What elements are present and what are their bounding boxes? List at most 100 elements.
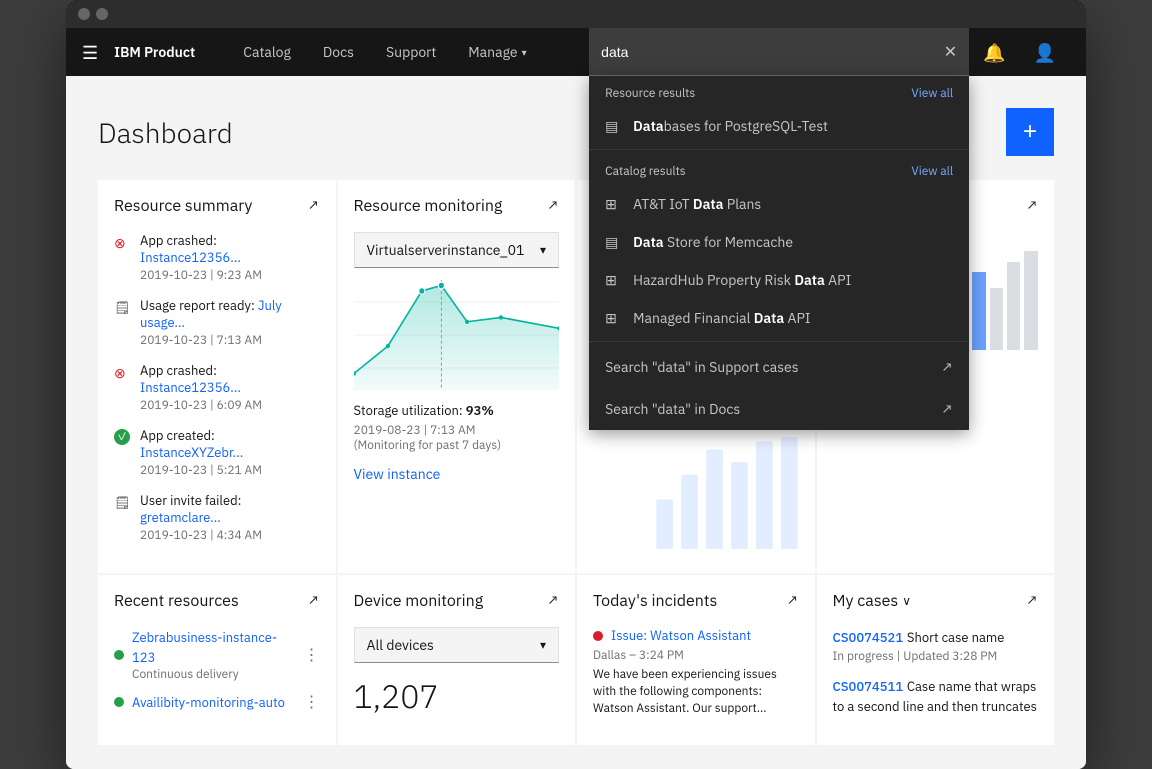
my-cases-title: My cases: [833, 591, 899, 611]
incidents-expand-icon[interactable]: ↗: [787, 591, 798, 609]
search-docs-action[interactable]: Search "data" in Docs ↗: [589, 388, 969, 430]
hazardhub-icon: ⊞: [605, 271, 621, 289]
search-input[interactable]: [589, 28, 969, 76]
titlebar: [66, 0, 1086, 28]
recent-menu-icon-1[interactable]: ⋮: [304, 692, 320, 712]
search-docs-label: Search "data" in Docs: [605, 400, 740, 418]
resource-results-header: Resource results View all: [589, 76, 969, 107]
resource-item-3: ✓ App created: InstanceXYZebr... 2019-10…: [114, 427, 320, 478]
doc-icon-4: 🗒: [114, 494, 130, 510]
recent-link-1[interactable]: Availibity-monitoring-auto: [132, 694, 285, 711]
memcache-result-text: Data Store for Memcache: [633, 233, 793, 251]
recent-menu-icon-0[interactable]: ⋮: [304, 645, 320, 665]
my-cases-expand-icon[interactable]: ↗: [1027, 591, 1038, 609]
resource-link-2[interactable]: Instance12356...: [140, 379, 241, 396]
case-link-1[interactable]: CS0074511: [833, 678, 904, 695]
bar-10: [1007, 262, 1020, 350]
external-link-icon-1: ↗: [942, 358, 953, 376]
chart-expand-icon[interactable]: ↗: [1027, 196, 1038, 214]
case-header-1: CS0074511 Case name that wraps to a seco…: [833, 676, 1039, 716]
resource-text-2: App crashed: Instance12356...: [140, 362, 320, 396]
error-icon-0: ⊗: [114, 234, 130, 250]
device-monitoring-title: Device monitoring: [354, 591, 484, 611]
resource-summary-title: Resource summary: [114, 196, 252, 216]
resource-link-3[interactable]: InstanceXYZebr...: [140, 444, 243, 461]
hazardhub-result-text: HazardHub Property Risk Data API: [633, 271, 851, 289]
user-icon[interactable]: 👤: [1020, 28, 1070, 76]
search-result-memcache[interactable]: ▤ Data Store for Memcache: [589, 223, 969, 261]
resource-link-0[interactable]: Instance12356...: [140, 249, 241, 266]
database-result-text: Databases for PostgreSQL-Test: [633, 117, 828, 135]
search-result-database[interactable]: ▤ Databases for PostgreSQL-Test: [589, 107, 969, 145]
database-icon: ▤: [605, 117, 621, 135]
catalog-view-all-link[interactable]: View all: [911, 164, 953, 179]
monitor-time: 2019-08-23 | 7:13 AM (Monitoring for pas…: [354, 423, 560, 453]
case-desc-0: Short case name: [907, 629, 1005, 646]
search-area: ✕ Resource results View all ▤ Databases …: [589, 28, 969, 76]
incident-header-0: Issue: Watson Assistant: [593, 627, 799, 644]
incident-link-0[interactable]: Issue: Watson Assistant: [611, 627, 751, 644]
todays-incidents-card: Today's incidents ↗ Issue: Watson Assist…: [577, 575, 815, 745]
search-support-cases-action[interactable]: Search "data" in Support cases ↗: [589, 346, 969, 388]
storage-utilization: Storage utilization: 93%: [354, 402, 560, 419]
case-0: CS0074521 Short case name In progress | …: [833, 627, 1039, 664]
doc-icon-1: 🗒: [114, 299, 130, 315]
nav-manage[interactable]: Manage ▾: [452, 28, 542, 76]
my-cases-card: My cases ∨ ↗ CS0074521 Short case name I…: [817, 575, 1055, 745]
nav-catalog[interactable]: Catalog: [227, 28, 307, 76]
resource-link-4[interactable]: gretamclare...: [140, 509, 221, 526]
incidents-title: Today's incidents: [593, 591, 717, 611]
resource-time-0: 2019-10-23 | 9:23 AM: [140, 268, 320, 283]
incident-text-0: We have been experiencing issues with th…: [593, 667, 799, 717]
case-link-0[interactable]: CS0074521: [833, 629, 904, 646]
device-monitoring-expand-icon[interactable]: ↗: [548, 591, 559, 609]
bg-chart: [648, 433, 814, 573]
notification-icon[interactable]: 🔔: [969, 28, 1019, 76]
resource-time-4: 2019-10-23 | 4:34 AM: [140, 528, 320, 543]
bottom-cards-grid: Recent resources ↗ Zebrabusiness-instanc…: [98, 575, 1054, 745]
nav-support[interactable]: Support: [370, 28, 452, 76]
search-support-label: Search "data" in Support cases: [605, 358, 798, 376]
resource-text-4: User invite failed: gretamclare...: [140, 492, 320, 526]
cases-chevron-icon[interactable]: ∨: [902, 594, 911, 609]
search-result-managed-financial[interactable]: ⊞ Managed Financial Data API: [589, 299, 969, 337]
resource-monitoring-header: Resource monitoring ↗: [354, 196, 560, 216]
line-chart-svg: [354, 280, 560, 390]
resource-summary-card: Resource summary ↗ ⊗ App crashed: Instan…: [98, 180, 336, 573]
case-1: CS0074511 Case name that wraps to a seco…: [833, 676, 1039, 716]
resource-monitoring-expand-icon[interactable]: ↗: [548, 196, 559, 214]
device-select[interactable]: All devices ▾: [354, 627, 560, 663]
recent-link-0[interactable]: Zebrabusiness-instance-123: [132, 629, 277, 666]
device-monitoring-header: Device monitoring ↗: [354, 591, 560, 611]
manage-chevron-icon: ▾: [522, 46, 527, 59]
resource-item-2: ⊗ App crashed: Instance12356... 2019-10-…: [114, 362, 320, 413]
menu-icon[interactable]: ☰: [82, 41, 98, 64]
resource-text-3: App created: InstanceXYZebr...: [140, 427, 320, 461]
recent-resources-expand-icon[interactable]: ↗: [308, 591, 319, 609]
device-count: 1,207: [354, 675, 560, 717]
brand-label: IBM Product: [114, 43, 195, 61]
search-result-hazardhub[interactable]: ⊞ HazardHub Property Risk Data API: [589, 261, 969, 299]
cases-header-group: My cases ∨: [833, 591, 912, 611]
search-result-att[interactable]: ⊞ AT&T IoT Data Plans: [589, 185, 969, 223]
resource-link-1[interactable]: July usage...: [140, 297, 282, 331]
resource-time-1: 2019-10-23 | 7:13 AM: [140, 333, 320, 348]
recent-status-0: [114, 650, 124, 660]
page-title: Dashboard: [98, 114, 233, 151]
resource-monitoring-card: Resource monitoring ↗ Virtualserverinsta…: [338, 180, 576, 573]
resource-view-all-link[interactable]: View all: [911, 86, 953, 101]
monitor-chart: [354, 280, 560, 390]
nav-docs[interactable]: Docs: [307, 28, 370, 76]
resource-text-0: App crashed: Instance12356...: [140, 232, 320, 266]
search-clear-icon[interactable]: ✕: [932, 30, 969, 74]
case-status-0: In progress | Updated 3:28 PM: [833, 649, 1039, 664]
resource-item-4: 🗒 User invite failed: gretamclare... 201…: [114, 492, 320, 543]
recent-item-0: Zebrabusiness-instance-123 Continuous de…: [114, 627, 320, 682]
resource-item-0: ⊗ App crashed: Instance12356... 2019-10-…: [114, 232, 320, 283]
resource-time-2: 2019-10-23 | 6:09 AM: [140, 398, 320, 413]
view-instance-link[interactable]: View instance: [354, 465, 560, 483]
recent-sub-0: Continuous delivery: [132, 667, 296, 682]
add-button[interactable]: +: [1006, 108, 1054, 156]
instance-select[interactable]: Virtualserverinstance_01 ▾: [354, 232, 560, 268]
resource-summary-expand-icon[interactable]: ↗: [308, 196, 319, 214]
